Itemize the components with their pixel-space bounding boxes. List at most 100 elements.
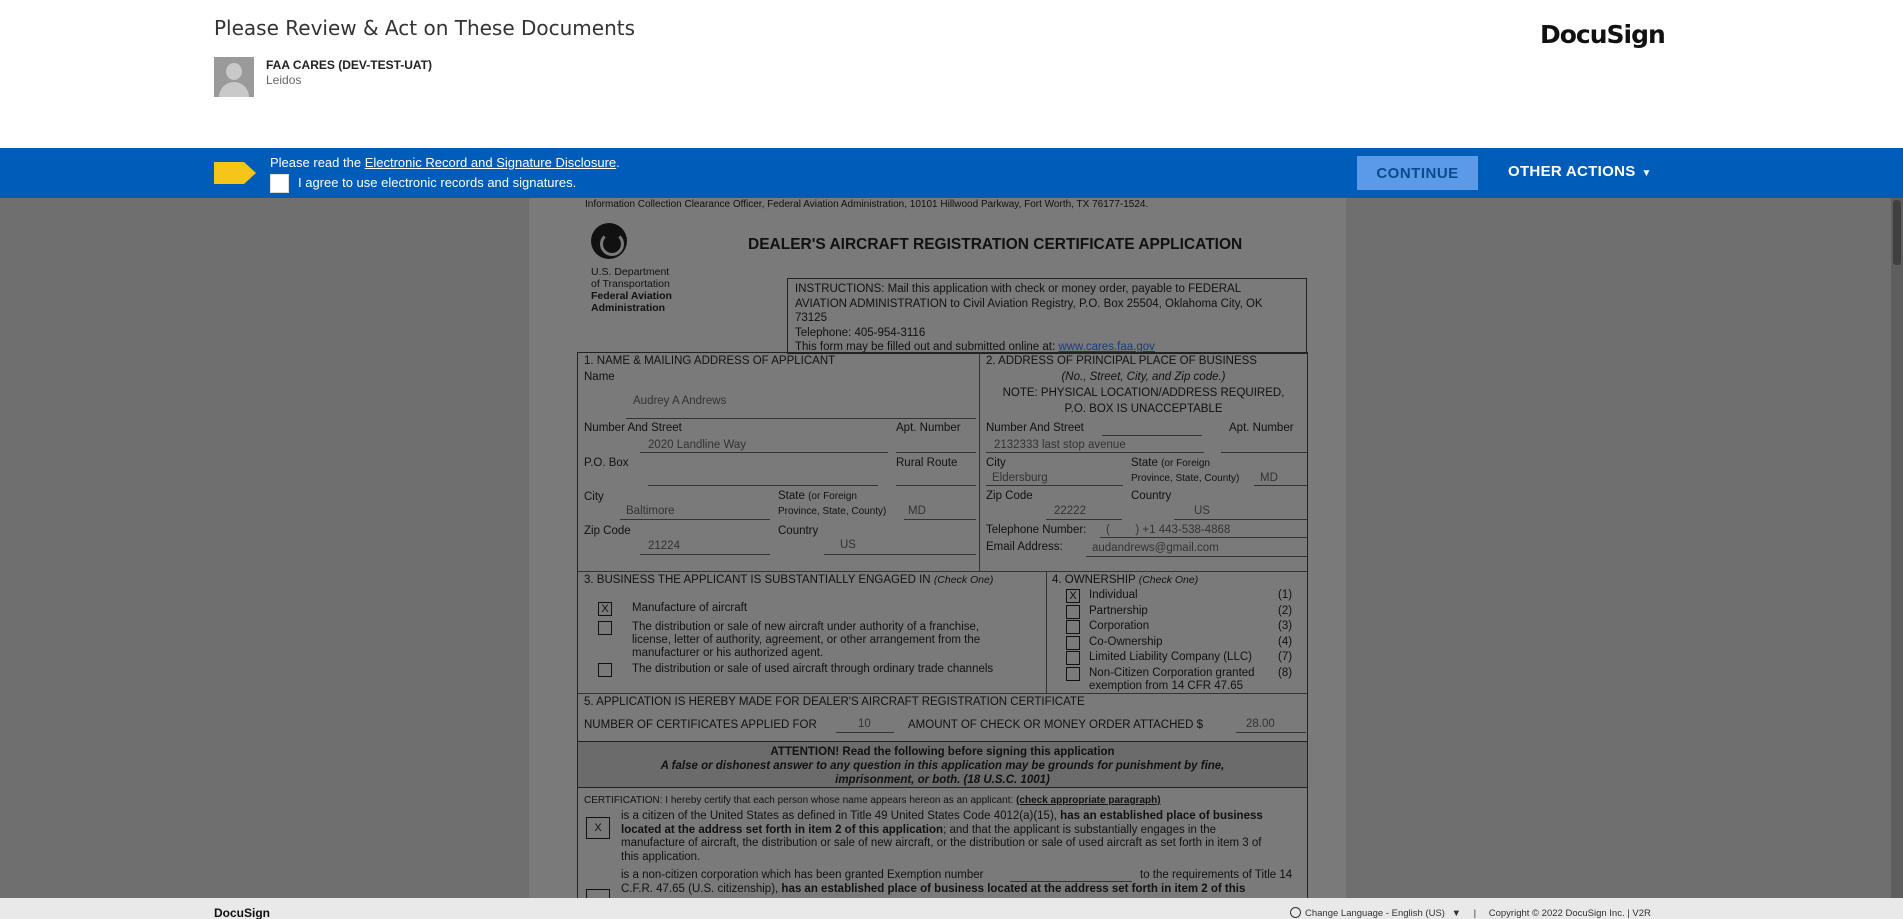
- change-language-link[interactable]: Change Language - English (US): [1305, 908, 1445, 919]
- instructions-box: INSTRUCTIONS: Mail this application with…: [787, 278, 1307, 354]
- scrollbar[interactable]: [1891, 198, 1903, 898]
- s1-state-sub: (or Foreign: [808, 491, 857, 502]
- instructions-line: INSTRUCTIONS: Mail this application with…: [795, 283, 1242, 295]
- s2-phone-value[interactable]: ( ) +1 443-538-4868: [1106, 524, 1230, 536]
- ownership-option-label: Limited Liability Company (LLC): [1089, 651, 1252, 663]
- disclosure-link[interactable]: Electronic Record and Signature Disclosu…: [365, 155, 616, 170]
- footer-logo: DocuSign: [214, 906, 270, 919]
- s3-manufacture-checkbox[interactable]: X: [598, 602, 612, 616]
- s5-num-label: NUMBER OF CERTIFICATES APPLIED FOR: [584, 719, 817, 731]
- s4-heading: 4. OWNERSHIP (Check One): [1052, 574, 1198, 586]
- s1-city-value[interactable]: Baltimore: [626, 505, 675, 517]
- s3-new-aircraft-checkbox[interactable]: [598, 621, 612, 635]
- s3-opt1: Manufacture of aircraft: [632, 602, 748, 614]
- s1-rural-label: Rural Route: [896, 457, 958, 469]
- form-title: DEALER'S AIRCRAFT REGISTRATION CERTIFICA…: [748, 236, 1243, 253]
- agree-label[interactable]: I agree to use electronic records and si…: [298, 175, 576, 190]
- s1-state-label-text: State: [778, 490, 805, 502]
- s1-state-label: State (or Foreign: [778, 490, 857, 502]
- dept-line: U.S. Department: [591, 266, 670, 278]
- version: V2R: [1632, 908, 1651, 919]
- dept-line: of Transportation: [591, 278, 670, 290]
- s2-state-value[interactable]: MD: [1260, 472, 1278, 484]
- footer-right: Change Language - English (US) ▼ | Copyr…: [1290, 907, 1651, 919]
- ownership-option-code: (7): [1278, 651, 1293, 663]
- s2-city-value[interactable]: Eldersburg: [992, 472, 1048, 484]
- s2-zip-value[interactable]: 22222: [1054, 505, 1086, 517]
- s1-street-label: Number And Street: [584, 422, 682, 434]
- docusign-logo: DocuSign: [1540, 20, 1666, 49]
- s2-state-sub2: Province, State, County): [1131, 473, 1240, 484]
- other-actions-label: OTHER ACTIONS: [1508, 163, 1636, 180]
- s1-state-value[interactable]: MD: [908, 505, 926, 517]
- s1-country-value[interactable]: US: [840, 539, 856, 551]
- header: Please Review & Act on These Documents F…: [0, 0, 1903, 148]
- footer: DocuSign Change Language - English (US) …: [0, 898, 1903, 919]
- ownership-option-code: (4): [1278, 635, 1293, 648]
- s2-heading: 2. ADDRESS OF PRINCIPAL PLACE OF BUSINES…: [986, 355, 1257, 367]
- s2-state-label: State (or Foreign: [1131, 457, 1210, 469]
- s2-sub: (No., Street, City, and Zip code.): [1061, 371, 1226, 383]
- chevron-down-icon: ▼: [1641, 168, 1652, 179]
- cert-noncitizen-checkbox[interactable]: [586, 889, 610, 898]
- s2-email-value[interactable]: audandrews@gmail.com: [1092, 542, 1219, 554]
- attention-line2: A false or dishonest answer to any quest…: [660, 760, 1225, 772]
- s5-amount-value[interactable]: 28.00: [1246, 718, 1275, 730]
- s3-used-aircraft-checkbox[interactable]: [598, 663, 612, 677]
- cert-citizen-checkbox[interactable]: X: [586, 817, 610, 839]
- continue-button[interactable]: CONTINUE: [1357, 156, 1478, 190]
- ownership-option-code: (1): [1278, 589, 1293, 601]
- s3-opt2-3: manufacturer or his authorized agent.: [632, 647, 824, 659]
- dept-line: Administration: [591, 302, 666, 314]
- language-caret-icon[interactable]: ▼: [1452, 908, 1461, 919]
- cert-p1-b: has an established place of business: [1060, 810, 1263, 822]
- scrollbar-thumb[interactable]: [1893, 200, 1901, 265]
- s1-pobox-label: P.O. Box: [584, 457, 629, 469]
- ownership-checkbox[interactable]: X: [1066, 589, 1080, 603]
- ownership-option-label: Co-Ownership: [1089, 635, 1163, 648]
- s1-heading: 1. NAME & MAILING ADDRESS OF APPLICANT: [584, 355, 836, 367]
- ownership-checkbox[interactable]: [1066, 604, 1080, 619]
- instructions-line: 73125: [795, 312, 827, 324]
- cert-p1-f: this application.: [621, 850, 701, 863]
- cert-intro-link: (check appropriate paragraph): [1016, 795, 1161, 806]
- s1-zip-value[interactable]: 21224: [648, 540, 680, 552]
- ownership-checkbox[interactable]: [1066, 666, 1080, 681]
- s1-name-label: Name: [584, 371, 615, 383]
- ownership-checkbox[interactable]: [1066, 635, 1080, 650]
- agree-checkbox[interactable]: [270, 174, 289, 193]
- instructions-line: AVIATION ADMINISTRATION to Civil Aviatio…: [795, 297, 1263, 310]
- attention-box: ATTENTION! Read the following before sig…: [578, 741, 1307, 788]
- s4-opt6-line2: exemption from 14 CFR 47.65: [1089, 680, 1244, 692]
- s1-zip-label: Zip Code: [584, 525, 631, 537]
- s5-amount-label: AMOUNT OF CHECK OR MONEY ORDER ATTACHED …: [908, 719, 1203, 731]
- s1-name-value[interactable]: Audrey A Andrews: [633, 395, 726, 407]
- s2-apt-label: Apt. Number: [1229, 422, 1294, 434]
- s3-opt2-2: license, letter of authority, agreement,…: [632, 634, 981, 646]
- globe-icon: [1290, 907, 1301, 918]
- s2-state-sub: (or Foreign: [1161, 458, 1210, 469]
- s1-city-label: City: [584, 491, 604, 503]
- disclosure-text: Please read the Electronic Record and Si…: [270, 155, 620, 170]
- disclosure-suffix: .: [616, 155, 620, 170]
- s5-num-value[interactable]: 10: [858, 718, 871, 730]
- ownership-checkbox[interactable]: [1066, 620, 1080, 634]
- disclosure-prefix: Please read the: [270, 155, 365, 170]
- s3-opt2-1: The distribution or sale of new aircraft…: [632, 621, 980, 633]
- cert-p1-c: located at the address set forth in item…: [621, 823, 944, 836]
- instructions-phone: Telephone: 405-954-3116: [795, 326, 926, 339]
- ownership-option-label: Non-Citizen Corporation granted: [1089, 666, 1255, 679]
- s2-country-value[interactable]: US: [1194, 505, 1210, 517]
- attention-line3: imprisonment, or both. (18 U.S.C. 1001): [835, 774, 1050, 786]
- s3-check-one: (Check One): [933, 574, 994, 586]
- s1-street-value[interactable]: 2020 Landline Way: [648, 439, 746, 451]
- other-actions-menu[interactable]: OTHER ACTIONS ▼: [1508, 163, 1652, 180]
- document-viewer[interactable]: Information Collection Clearance Officer…: [0, 198, 1903, 898]
- info-line: Information Collection Clearance Officer…: [585, 199, 1149, 210]
- cert-p1-e: manufacture of aircraft, the distributio…: [621, 837, 1262, 849]
- dept-line: Federal Aviation: [591, 290, 672, 302]
- application-form: 1. NAME & MAILING ADDRESS OF APPLICANT N…: [577, 352, 1308, 898]
- ownership-checkbox[interactable]: [1066, 651, 1080, 665]
- s2-street-value[interactable]: 2132333 last stop avenue: [994, 439, 1126, 451]
- s3-opt3: The distribution or sale of used aircraf…: [632, 663, 994, 675]
